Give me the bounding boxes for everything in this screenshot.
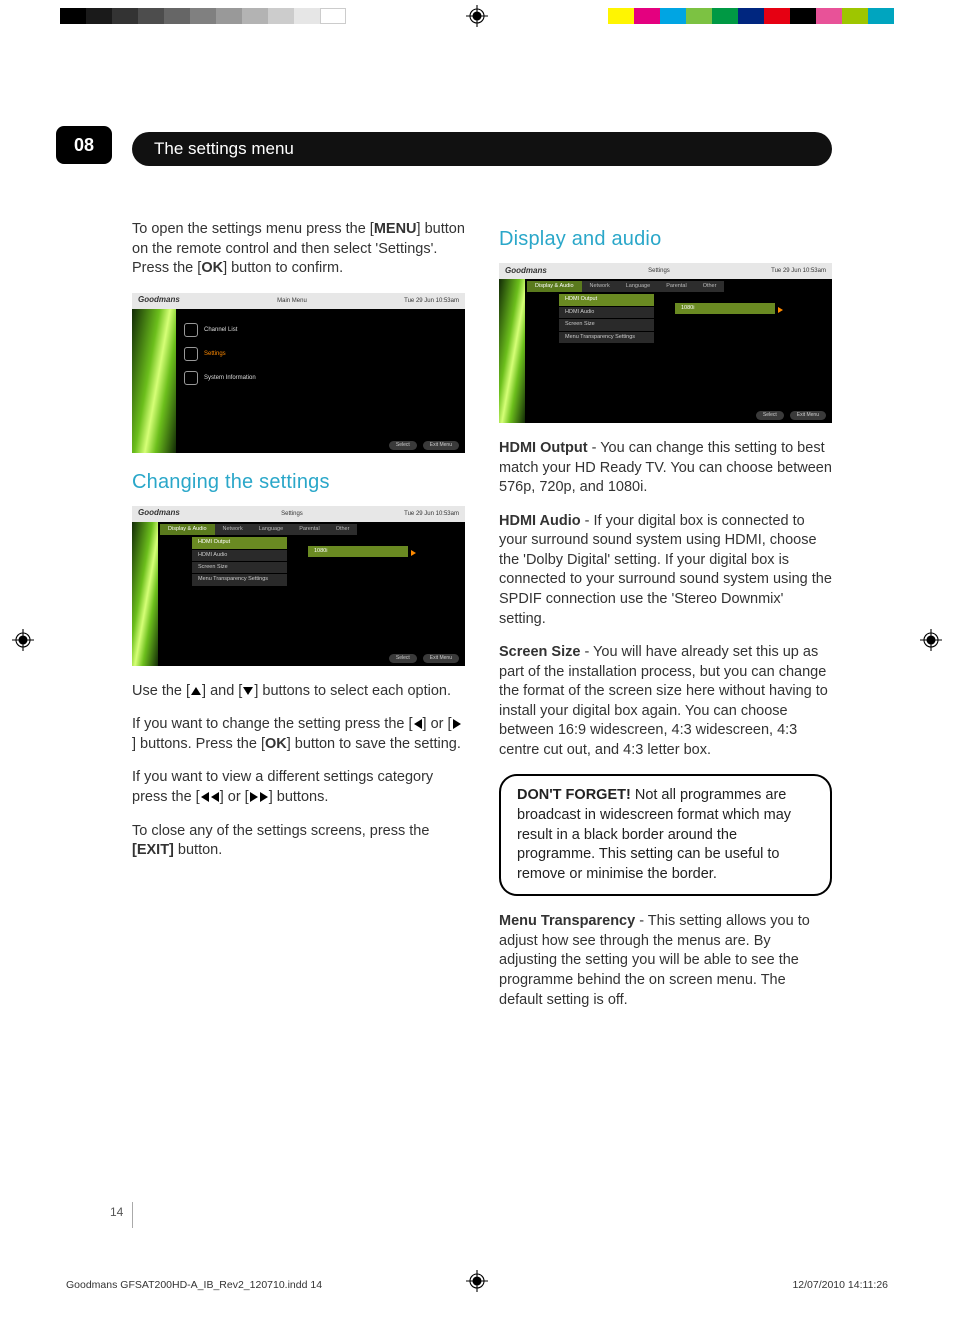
option: Menu Transparency Settings [559,332,654,343]
right-arrow-icon [250,792,258,802]
screenshot-brand: Goodmans [138,295,180,306]
screenshot-title: Main Menu [277,297,307,305]
screen-size-paragraph: Screen Size - You will have already set … [499,643,832,760]
right-arrow-icon [260,792,268,802]
footer-btn: Select [756,411,784,420]
screenshot-brand: Goodmans [505,266,547,277]
subheading-changing: Changing the settings [132,469,465,496]
change-setting-paragraph: If you want to change the setting press … [132,715,465,754]
right-column: Display and audio Goodmans Settings Tue … [499,220,832,1024]
option: Menu Transparency Settings [192,574,287,585]
option-value: 1080i [675,303,775,314]
left-arrow-icon [211,792,219,802]
chapter-number-badge: 08 [56,126,112,164]
registration-mark-icon [12,629,34,651]
up-arrow-icon [191,687,201,695]
page-content: 08 The settings menu To open the setting… [132,132,832,1024]
footer-btn: Exit Menu [790,411,826,420]
option: Screen Size [192,562,287,573]
tab: Parental [291,524,328,535]
down-arrow-icon [243,687,253,695]
footer-btn: Exit Menu [423,441,459,450]
screenshot-clock: Tue 29 Jun 10:53am [771,267,826,275]
option: Screen Size [559,319,654,330]
intro-paragraph: To open the settings menu press the [MEN… [132,220,465,279]
option-selected: HDMI Output [559,294,654,305]
left-arrow-icon [201,792,209,802]
tab: Network [215,524,251,535]
close-paragraph: To close any of the settings screens, pr… [132,822,465,861]
screenshot-title: Settings [648,267,670,275]
menu-transparency-paragraph: Menu Transparency - This setting allows … [499,912,832,1010]
screenshot-brand: Goodmans [138,508,180,519]
option-value: 1080i [308,546,408,557]
left-arrow-icon [414,719,422,729]
tab: Display & Audio [527,281,582,292]
screenshot-settings-2: Goodmans Settings Tue 29 Jun 10:53am Dis… [499,263,832,423]
option: HDMI Audio [192,550,287,561]
hdmi-output-paragraph: HDMI Output - You can change this settin… [499,439,832,498]
tab: Other [328,524,358,535]
menu-item: System Information [204,374,256,382]
screenshot-main-menu: Goodmans Main Menu Tue 29 Jun 10:53am Ch… [132,293,465,453]
tab: Display & Audio [160,524,215,535]
tab: Network [582,281,618,292]
registration-mark-icon [466,5,488,27]
footer-btn: Exit Menu [423,654,459,663]
slug-filename: Goodmans GFSAT200HD-A_IB_Rev2_120710.ind… [66,1278,322,1292]
tab: Language [618,281,658,292]
slug-timestamp: 12/07/2010 14:11:26 [792,1278,888,1292]
menu-item: Channel List [204,326,237,334]
hdmi-audio-paragraph: HDMI Audio - If your digital box is conn… [499,512,832,629]
right-arrow-icon [453,719,461,729]
category-paragraph: If you want to view a different settings… [132,768,465,807]
screenshot-settings: Goodmans Settings Tue 29 Jun 10:53am Dis… [132,506,465,666]
left-column: To open the settings menu press the [MEN… [132,220,465,1024]
subheading-display-audio: Display and audio [499,226,832,253]
menu-item-selected: Settings [204,350,226,358]
footer-btn: Select [389,441,417,450]
option-selected: HDMI Output [192,537,287,548]
footer-btn: Select [389,654,417,663]
tab: Other [695,281,725,292]
tab: Language [251,524,291,535]
screenshot-title: Settings [281,510,303,518]
dont-forget-callout: DON'T FORGET! Not all programmes are bro… [499,774,832,896]
screenshot-clock: Tue 29 Jun 10:53am [404,510,459,518]
screenshot-clock: Tue 29 Jun 10:53am [404,297,459,305]
registration-mark-icon [920,629,942,651]
use-arrows-paragraph: Use the [] and [] buttons to select each… [132,682,465,702]
chapter-title-bar: The settings menu [132,132,832,166]
print-slug: Goodmans GFSAT200HD-A_IB_Rev2_120710.ind… [66,1278,888,1292]
option: HDMI Audio [559,307,654,318]
tab: Parental [658,281,695,292]
page-number: 14 [110,1204,123,1220]
